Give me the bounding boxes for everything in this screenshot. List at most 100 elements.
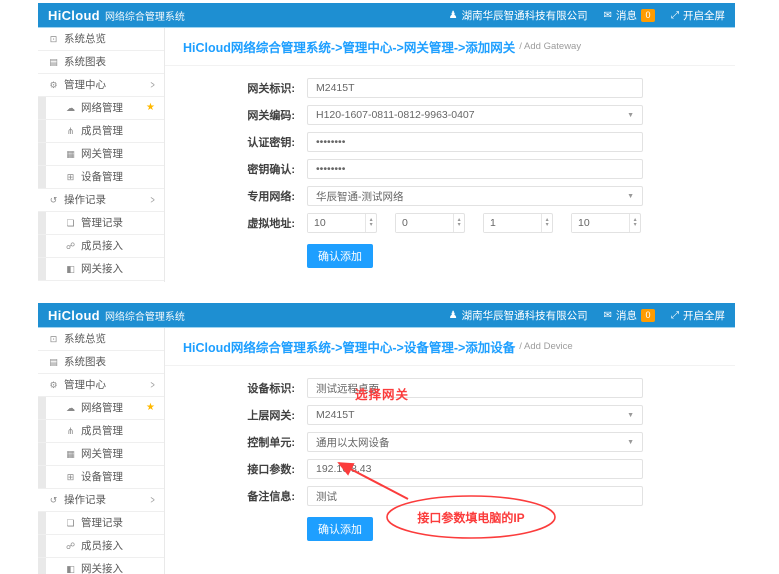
sidebar-item[interactable]: ⋔ 成员管理 — [38, 420, 164, 443]
sidebar-item[interactable]: ☁ 网络管理 ★ — [38, 97, 164, 120]
breadcrumb: HiCloud网络综合管理系统->管理中心->网关管理->添加网关 / Add … — [165, 28, 735, 66]
messages-menu[interactable]: ✉ 消息 0 — [604, 308, 655, 323]
user-icon: ♟ — [449, 310, 458, 321]
upper-gateway-select[interactable]: M2415T ▼ — [307, 405, 643, 425]
company-name: 湖南华辰智通科技有限公司 — [462, 8, 588, 23]
sidebar-item-label: 操作记录 — [64, 489, 150, 511]
chart-icon: ▤ — [48, 351, 59, 373]
sidebar-item[interactable]: ⊞ 设备管理 — [38, 166, 164, 189]
device-id-input[interactable] — [307, 378, 643, 398]
cloud-icon: ☁ — [65, 397, 76, 419]
sidebar-item[interactable]: ⊡ 系统总览 — [38, 28, 164, 51]
sidebar-item[interactable]: ❏ 管理记录 — [38, 212, 164, 235]
control-unit-select[interactable]: 通用以太网设备 ▼ — [307, 432, 643, 452]
brand-logo: HiCloud — [48, 8, 100, 23]
chevron-down-icon: ▼ — [627, 412, 634, 419]
sidebar-menu: ⊡ 系统总览 ▤ 系统图表 ⚙ 管理中心 > ☁ 网络管理 ★ ⋔ — [38, 328, 165, 574]
octet-2-stepper[interactable]: ▴▾ — [395, 213, 465, 233]
messages-menu[interactable]: ✉ 消息 0 — [604, 8, 655, 23]
sidebar-item[interactable]: ❏ 管理记录 — [38, 512, 164, 535]
private-network-select[interactable]: 华辰智通-测试网络 ▼ — [307, 186, 643, 206]
chevron-down-icon: ▼ — [627, 112, 634, 119]
th-large-icon: ◧ — [65, 258, 76, 280]
auth-key-input[interactable] — [307, 132, 643, 152]
private-network-label: 专用网络: — [233, 188, 295, 204]
fullscreen-button[interactable]: ⤢ 开启全屏 — [671, 8, 725, 23]
chevron-down-icon: ▼ — [627, 193, 634, 200]
sidebar-item-label: 管理记录 — [81, 512, 164, 534]
sidebar-item[interactable]: ▦ 网关管理 — [38, 143, 164, 166]
sidebar-item-label: 系统总览 — [64, 328, 164, 350]
file-icon: ❏ — [65, 512, 76, 534]
spinner-icon[interactable]: ▴▾ — [629, 214, 640, 232]
sidebar-item[interactable]: ⋔ 成员管理 — [38, 120, 164, 143]
ip-callout-annotation: 接口参数填电脑的IP — [403, 509, 539, 526]
sidebar-item-label: 网关接入 — [81, 558, 164, 574]
sidebar-item[interactable]: ↺ 操作记录 > — [38, 189, 164, 212]
breadcrumb: HiCloud网络综合管理系统->管理中心->设备管理->添加设备 / Add … — [165, 328, 735, 366]
history-icon: ↺ — [48, 189, 59, 211]
octet-2-input[interactable] — [396, 214, 453, 232]
gateway-id-input[interactable] — [307, 78, 643, 98]
fullscreen-label: 开启全屏 — [683, 308, 725, 323]
top-navbar: HiCloud 网络综合管理系统 ♟ 湖南华辰智通科技有限公司 ✉ 消息 0 ⤢… — [38, 3, 735, 28]
sidebar-item-label: 管理中心 — [64, 374, 150, 396]
octet-4-stepper[interactable]: ▴▾ — [571, 213, 641, 233]
sidebar-item[interactable]: ☁ 网络管理 ★ — [38, 397, 164, 420]
sidebar-item[interactable]: ▦ 网关管理 — [38, 443, 164, 466]
sidebar-item[interactable]: ⚙ 管理中心 > — [38, 374, 164, 397]
sidebar-item-label: 成员管理 — [81, 420, 164, 442]
star-icon: ★ — [146, 97, 155, 119]
sidebar-item-label: 网络管理 — [81, 97, 146, 119]
gateway-code-value: H120-1607-0811-0812-9963-0407 — [316, 109, 627, 121]
sidebar-item-label: 设备管理 — [81, 466, 164, 488]
confirm-add-button[interactable]: 确认添加 — [307, 244, 373, 268]
gateway-code-select[interactable]: H120-1607-0811-0812-9963-0407 ▼ — [307, 105, 643, 125]
chevron-right-icon: > — [150, 487, 154, 513]
octet-1-input[interactable] — [308, 214, 365, 232]
sidebar-item[interactable]: ▤ 系统图表 — [38, 351, 164, 374]
messages-count-badge: 0 — [641, 309, 655, 322]
spinner-icon[interactable]: ▴▾ — [453, 214, 464, 232]
sidebar-item-label: 成员接入 — [81, 235, 164, 257]
chevron-right-icon: > — [150, 72, 154, 98]
sidebar-item[interactable]: ↺ 操作记录 > — [38, 489, 164, 512]
sidebar-item-label: 系统总览 — [64, 28, 164, 50]
sidebar-item-label: 网关管理 — [81, 443, 164, 465]
sidebar-item-label: 管理记录 — [81, 212, 164, 234]
grid-icon: ▦ — [65, 443, 76, 465]
sidebar-item[interactable]: ◧ 网关接入 — [38, 558, 164, 574]
sidebar-item[interactable]: ☍ 成员接入 — [38, 535, 164, 558]
desktop-icon: ⊡ — [48, 328, 59, 350]
spinner-icon[interactable]: ▴▾ — [541, 214, 552, 232]
fullscreen-button[interactable]: ⤢ 开启全屏 — [671, 308, 725, 323]
octet-1-stepper[interactable]: ▴▾ — [307, 213, 377, 233]
octet-3-stepper[interactable]: ▴▾ — [483, 213, 553, 233]
spinner-icon[interactable]: ▴▾ — [365, 214, 376, 232]
remark-input[interactable] — [307, 486, 643, 506]
confirm-add-button[interactable]: 确认添加 — [307, 517, 373, 541]
key-confirm-label: 密钥确认: — [233, 161, 295, 177]
octet-3-input[interactable] — [484, 214, 541, 232]
sidebar-item[interactable]: ▤ 系统图表 — [38, 51, 164, 74]
sidebar-item[interactable]: ◧ 网关接入 — [38, 258, 164, 281]
gateway-id-label: 网关标识: — [233, 80, 295, 96]
sitemap-icon: ⋔ — [65, 120, 76, 142]
calendar-icon: ⊞ — [65, 166, 76, 188]
octet-4-input[interactable] — [572, 214, 629, 232]
key-confirm-input[interactable] — [307, 159, 643, 179]
sidebar-item[interactable]: ⊞ 设备管理 — [38, 466, 164, 489]
company-menu[interactable]: ♟ 湖南华辰智通科技有限公司 — [449, 308, 588, 323]
product-name: 网络综合管理系统 — [105, 8, 185, 23]
file-icon: ❏ — [65, 212, 76, 234]
sidebar-item[interactable]: ☍ 成员接入 — [38, 235, 164, 258]
company-menu[interactable]: ♟ 湖南华辰智通科技有限公司 — [449, 8, 588, 23]
sidebar-item-label: 设备管理 — [81, 166, 164, 188]
upper-gateway-label: 上层网关: — [233, 407, 295, 423]
breadcrumb-english: / Add Device — [519, 341, 572, 352]
interface-param-input[interactable] — [307, 459, 643, 479]
sidebar-item[interactable]: ⚙ 管理中心 > — [38, 74, 164, 97]
sidebar-item[interactable]: ⊡ 系统总览 — [38, 328, 164, 351]
messages-label: 消息 — [616, 308, 637, 323]
chevron-right-icon: > — [150, 187, 154, 213]
